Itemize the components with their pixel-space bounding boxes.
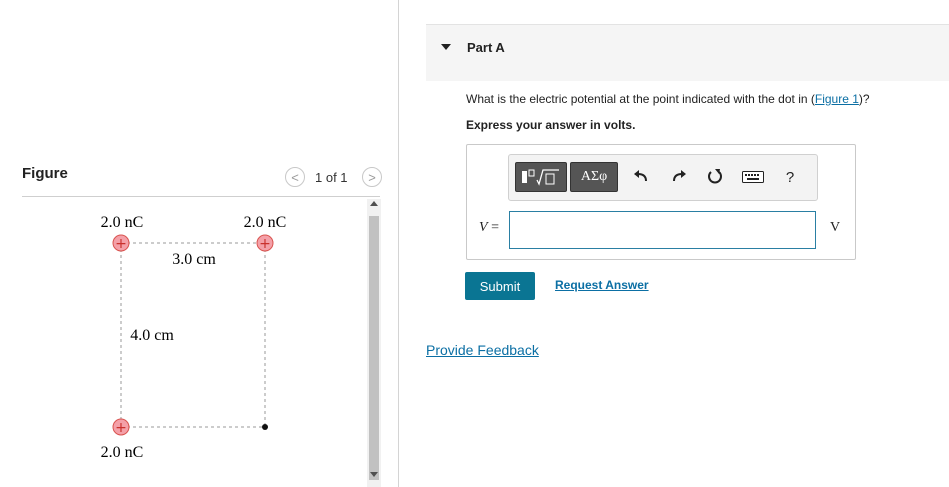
prev-figure-button[interactable]: < [285, 167, 305, 187]
provide-feedback-link[interactable]: Provide Feedback [426, 342, 539, 358]
question-suffix: )? [858, 92, 870, 106]
undo-icon [634, 170, 647, 182]
plus-sign: + [259, 236, 271, 252]
redo-button[interactable] [670, 168, 688, 186]
chevron-left-icon: < [291, 169, 299, 185]
charge-label: 2.0 nC [101, 444, 144, 461]
charge-label: 2.0 nC [101, 214, 144, 231]
figure-scrollbar-thumb[interactable] [369, 216, 379, 480]
answer-instruction: Express your answer in volts. [466, 118, 636, 132]
next-figure-button[interactable]: > [362, 167, 382, 187]
caret-down-icon[interactable] [441, 44, 451, 50]
greek-symbols-icon: ΑΣφ [580, 169, 608, 184]
answer-unit: V [830, 220, 841, 235]
plus-sign: + [115, 236, 127, 252]
charge-bottom-left: + 2.0 nC [101, 418, 144, 461]
answer-variable-label: V = [479, 220, 499, 236]
equals-sign: = [491, 220, 499, 235]
figure-title: Figure [22, 165, 68, 182]
chevron-right-icon: > [368, 169, 376, 185]
reset-button[interactable] [706, 168, 724, 186]
figure-pager: 1 of 1 [315, 170, 348, 185]
charge-top-left: + 2.0 nC [101, 214, 144, 252]
reset-icon [708, 169, 722, 184]
scroll-down-arrow-icon[interactable] [370, 472, 378, 477]
answer-input[interactable] [509, 211, 816, 249]
part-title[interactable]: Part A [467, 40, 505, 55]
submit-button[interactable]: Submit [465, 272, 535, 300]
keyboard-icon [742, 171, 764, 183]
greek-symbols-button[interactable]: ΑΣφ [570, 162, 618, 192]
figure-header-divider [22, 196, 380, 197]
vertical-dimension-label: 4.0 cm [130, 327, 174, 344]
panel-divider [398, 0, 399, 487]
variable-symbol: V [479, 220, 488, 235]
templates-icon [522, 169, 559, 186]
target-point-dot [262, 424, 268, 430]
request-answer-link[interactable]: Request Answer [555, 278, 649, 292]
charge-label: 2.0 nC [244, 214, 287, 231]
charge-top-right: + 2.0 nC [244, 214, 287, 252]
scroll-up-arrow-icon[interactable] [370, 201, 378, 206]
help-icon: ? [785, 168, 795, 186]
plus-sign: + [115, 420, 127, 436]
horizontal-dimension-label: 3.0 cm [172, 251, 216, 268]
figure-link[interactable]: Figure 1 [815, 92, 859, 106]
question-text: What is the electric potential at the po… [466, 92, 870, 106]
undo-button[interactable] [632, 168, 650, 186]
redo-icon [673, 170, 686, 182]
templates-button[interactable] [515, 162, 567, 192]
help-button[interactable]: ? [781, 168, 799, 186]
question-prefix: What is the electric potential at the po… [466, 92, 815, 106]
keyboard-button[interactable] [741, 168, 765, 186]
charge-diagram: + 2.0 nC + 2.0 nC + 2.0 nC 3.0 cm 4.0 cm [101, 214, 287, 461]
